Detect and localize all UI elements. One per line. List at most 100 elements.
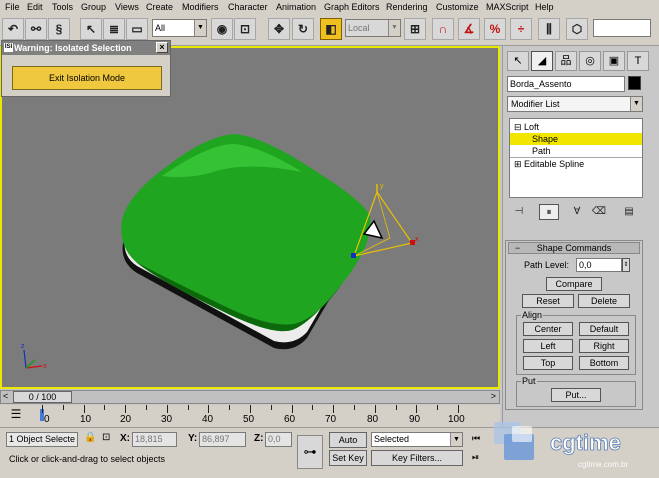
tab-motion[interactable]: ◎ — [579, 51, 601, 71]
menu-graph-editors[interactable]: Graph Editors — [324, 2, 380, 12]
window-crossing-icon[interactable]: ⊡ — [234, 18, 256, 40]
object-name-input[interactable]: Borda_Assento — [507, 76, 625, 92]
time-slider-thumb[interactable]: 0 / 100 — [13, 391, 72, 403]
object-color-swatch[interactable] — [628, 76, 641, 90]
stack-item-loft[interactable]: ⊟ Loft — [510, 121, 642, 133]
menu-edit[interactable]: Edit — [27, 2, 43, 12]
menu-modifiers[interactable]: Modifiers — [182, 2, 219, 12]
put-button[interactable]: Put... — [551, 388, 601, 402]
show-end-result-icon[interactable]: ⏸ — [539, 204, 559, 220]
tab-utilities[interactable]: Т — [627, 51, 649, 71]
put-group: Put Put... — [516, 377, 636, 407]
time-slider[interactable]: 0 / 100 < > — [0, 390, 500, 404]
world-axis-z-label: z — [21, 343, 25, 350]
path-level-spinner[interactable]: ⇕ — [622, 258, 630, 272]
chevron-down-icon: ▼ — [194, 20, 206, 36]
align-default-button[interactable]: Default — [579, 322, 629, 336]
menu-rendering[interactable]: Rendering — [386, 2, 428, 12]
align-left-button[interactable]: Left — [523, 339, 573, 353]
align-right-button[interactable]: Right — [579, 339, 629, 353]
time-next-icon[interactable]: > — [491, 391, 496, 401]
dialog-title-bar[interactable]: ISI Warning: Isolated Selection — [2, 41, 170, 55]
perspective-viewport[interactable]: x y x z — [0, 46, 500, 389]
bind-space-warp-icon[interactable]: § — [48, 18, 70, 40]
configure-modifier-sets-icon[interactable]: ▤ — [619, 204, 639, 220]
absolute-mode-icon[interactable]: ⊡ — [102, 432, 110, 443]
select-and-manipulate-icon[interactable]: ◉ — [211, 18, 233, 40]
align-bottom-button[interactable]: Bottom — [579, 356, 629, 370]
compare-button[interactable]: Compare — [546, 277, 602, 291]
time-prev-icon[interactable]: < — [3, 391, 8, 401]
auto-key-button[interactable]: Auto Key — [329, 432, 367, 459]
align-top-button[interactable]: Top — [523, 356, 573, 370]
reset-button[interactable]: Reset — [522, 294, 574, 308]
menu-group[interactable]: Group — [81, 2, 106, 12]
curve-editor-icon[interactable]: ☰ — [8, 407, 24, 423]
make-unique-icon[interactable]: ∀ — [567, 204, 587, 220]
percent-snap-icon[interactable]: % — [484, 18, 506, 40]
menu-help[interactable]: Help — [535, 2, 554, 12]
snap-toggle-icon[interactable]: ∩ — [432, 18, 454, 40]
align-group-label: Align — [521, 310, 544, 320]
tick-label: 60 — [284, 414, 296, 425]
delete-button[interactable]: Delete — [578, 294, 630, 308]
undo-icon[interactable]: ↶ — [2, 18, 24, 40]
track-bar-tick — [437, 405, 439, 410]
set-key-icon[interactable]: ⊶ — [297, 435, 323, 469]
track-bar-tick — [291, 405, 293, 413]
close-icon[interactable]: × — [156, 42, 168, 53]
pin-stack-icon[interactable]: ⊣ — [509, 204, 529, 220]
tab-display[interactable]: ▣ — [603, 51, 625, 71]
menu-create[interactable]: Create — [146, 2, 173, 12]
menu-maxscript[interactable]: MAXScript — [486, 2, 529, 12]
go-to-start-icon[interactable]: ⏮ — [472, 433, 484, 446]
pivot-center-icon[interactable]: ⊞ — [404, 18, 426, 40]
track-bar-tick — [62, 405, 64, 410]
key-filters-button[interactable]: Key Filters... — [371, 450, 463, 466]
align-center-button[interactable]: Center — [523, 322, 573, 336]
select-by-name-icon[interactable]: ≣ — [103, 18, 125, 40]
track-bar[interactable]: ☰ 0 10 20 30 40 50 60 70 80 90 100 — [0, 405, 500, 427]
stack-item-editable-spline[interactable]: ⊞ Editable Spline — [510, 157, 642, 169]
named-selection-field[interactable] — [593, 19, 651, 37]
gizmo-z-handle[interactable] — [351, 253, 356, 258]
selection-filter-dropdown[interactable]: All ▼ — [152, 19, 207, 37]
mirror-icon[interactable]: ⫼ — [538, 18, 560, 40]
select-object-icon[interactable]: ↖ — [80, 18, 102, 40]
tab-create[interactable]: ↖ — [507, 51, 529, 71]
menu-file[interactable]: File — [5, 2, 20, 12]
select-and-rotate-icon[interactable]: ↻ — [292, 18, 314, 40]
select-and-scale-icon[interactable]: ◧ — [320, 18, 342, 40]
link-icon[interactable]: ⚯ — [25, 18, 47, 40]
stack-item-shape[interactable]: Shape — [510, 133, 642, 145]
angle-snap-icon[interactable]: ∡ — [458, 18, 480, 40]
render-icon[interactable]: ⬡ — [566, 18, 588, 40]
menu-animation[interactable]: Animation — [276, 2, 316, 12]
select-and-move-icon[interactable]: ✥ — [268, 18, 290, 40]
x-coordinate-field[interactable]: 18,815 — [132, 432, 177, 447]
exit-isolation-mode-button[interactable]: Exit Isolation Mode — [12, 66, 162, 90]
track-bar-tick — [312, 405, 314, 410]
key-mode-dropdown[interactable]: Selected ▼ — [371, 432, 463, 447]
spinner-snap-icon[interactable]: ÷ — [510, 18, 532, 40]
tab-hierarchy[interactable]: 品 — [555, 51, 577, 71]
menu-customize[interactable]: Customize — [436, 2, 479, 12]
reference-coordinate-dropdown[interactable]: Local ▼ — [345, 19, 401, 37]
menu-character[interactable]: Character — [228, 2, 268, 12]
modifier-list-dropdown[interactable]: Modifier List ▼ — [507, 96, 643, 112]
remove-modifier-icon[interactable]: ⌫ — [589, 204, 609, 220]
key-mode-toggle-icon[interactable]: ⏯ — [472, 452, 484, 465]
set-key-button[interactable]: Set Key — [329, 450, 367, 466]
lock-icon[interactable]: 🔒 — [84, 432, 96, 443]
y-coordinate-field[interactable]: 86,897 — [199, 432, 246, 447]
rollout-header[interactable]: − Shape Commands — [508, 242, 640, 254]
path-level-input[interactable]: 0,0 — [576, 258, 622, 272]
stack-item-path[interactable]: Path — [510, 145, 642, 157]
menu-tools[interactable]: Tools — [52, 2, 73, 12]
menu-views[interactable]: Views — [115, 2, 139, 12]
collapse-icon[interactable]: ⊟ — [514, 122, 524, 132]
expand-icon[interactable]: ⊞ — [514, 159, 524, 169]
z-coordinate-field[interactable]: 0,0 — [265, 432, 292, 447]
rectangular-selection-icon[interactable]: ▭ — [126, 18, 148, 40]
tab-modify[interactable]: ◢ — [531, 51, 553, 71]
